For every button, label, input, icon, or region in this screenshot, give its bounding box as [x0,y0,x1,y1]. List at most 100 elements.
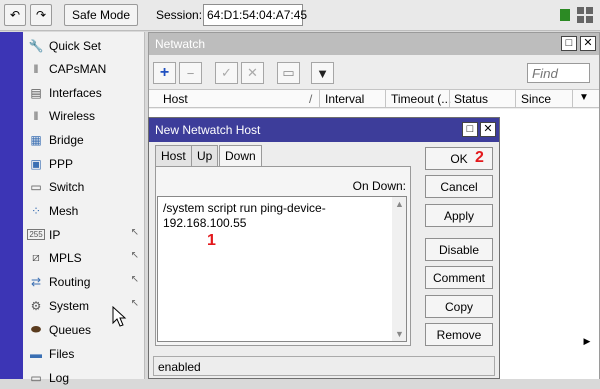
sidebar-item-label: Queues [49,322,92,337]
wrench-icon: 🔧 [28,38,44,53]
mouse-pointer-icon [112,306,127,327]
netwatch-title: Netwatch □ ✕ [149,33,599,55]
sidebar-item-label: Mesh [49,203,79,218]
ports-icon: ▤ [30,85,42,100]
gear-icon: ⚙ [30,298,42,313]
sidebar-item-ppp[interactable]: ▣ PPP [23,152,145,175]
sidebar-item-quick-set[interactable]: 🔧 Quick Set [23,34,145,57]
netwatch-toolbar: + − ✓ ✕ ▭ ▼ [149,57,599,89]
cancel-button[interactable]: Cancel [425,175,493,198]
queues-icon: ⬬ [30,322,42,336]
undo-icon: ↶ [9,8,21,22]
sidebar-item-switch[interactable]: ▭ Switch [23,175,145,198]
left-accent-strip [0,32,23,379]
sidebar-item-label: PPP [49,156,74,171]
sidebar-item-label: Interfaces [49,85,102,100]
window-title: Netwatch [155,37,206,51]
tab-down[interactable]: Down [219,145,262,167]
windows-grid-icon[interactable] [577,7,593,23]
on-down-label: On Down: [352,179,406,193]
disable-cross-icon[interactable]: ✕ [241,62,264,84]
tab-host[interactable]: Host [155,145,192,167]
top-toolbar: ↶ ↷ Safe Mode Session: 64:D1:54:04:A7:45 [0,0,600,31]
sidebar-item-mesh[interactable]: ⁘ Mesh [23,199,145,222]
dialog-title: New Netwatch Host [155,123,261,137]
routing-icon: ⇄ [30,274,42,289]
sort-slash: / [309,92,313,106]
redo-icon: ↷ [35,8,47,22]
callout-1: 1 [207,232,216,249]
sidebar-item-mpls[interactable]: ⧄ MPLS ↖ [23,246,145,269]
remove-icon[interactable]: − [179,62,202,84]
disable-button[interactable]: Disable [425,238,493,261]
ppp-icon: ▣ [30,156,42,171]
sidebar-item-wireless[interactable]: ǁ Wireless [23,104,145,127]
table-header: Host / Interval Timeout (... Status Sinc… [149,89,599,108]
scroll-right-icon[interactable]: ▶ [579,333,595,349]
maximize-icon[interactable]: □ [561,36,577,51]
apply-button[interactable]: Apply [425,204,493,227]
safe-mode-button[interactable]: Safe Mode [64,4,138,26]
column-dropdown-icon[interactable]: ▼ [579,92,589,103]
sidebar-item-label: Files [49,346,75,361]
session-label: Session: [156,8,203,22]
sidebar-item-files[interactable]: ▬ Files [23,342,145,365]
submenu-arrow-icon: ↖ [130,298,139,309]
maximize-icon[interactable]: □ [462,122,478,137]
submenu-arrow-icon: ↖ [130,227,139,238]
sidebar-item-label: Routing [49,274,91,289]
mpls-icon: ⧄ [32,250,40,264]
on-down-script-textarea[interactable]: /system script run ping-device- 192.168.… [157,196,407,342]
filter-icon[interactable]: ▼ [311,62,334,84]
mesh-icon: ⁘ [30,203,42,218]
column-status[interactable]: Status [454,92,488,106]
sidebar-item-label: Log [49,370,70,385]
sidebar-item-interfaces[interactable]: ▤ Interfaces [23,81,145,104]
new-netwatch-host-dialog: New Netwatch Host □ ✕ Host Up Down On Do… [148,117,500,379]
redo-button[interactable]: ↷ [30,4,52,26]
find-input[interactable] [527,63,590,83]
sidebar-item-routing[interactable]: ⇄ Routing ↖ [23,270,145,293]
sidebar-item-label: Quick Set [49,38,102,53]
scroll-up-icon[interactable]: ▲ [395,199,404,209]
ip-icon: 255 [27,229,45,240]
column-since[interactable]: Since [521,92,551,106]
sidebar-item-bridge[interactable]: ▦ Bridge [23,128,145,151]
comment-icon[interactable]: ▭ [277,62,300,84]
remove-button[interactable]: Remove [425,323,493,346]
sidebar-item-capsman[interactable]: ǁ CAPsMAN [23,57,145,80]
sidebar-item-log[interactable]: ▭ Log [23,366,145,389]
sidebar-item-label: Switch [49,179,85,194]
folder-icon: ▬ [30,346,42,361]
copy-button[interactable]: Copy [425,295,493,318]
submenu-arrow-icon: ↖ [130,274,139,285]
scroll-down-icon[interactable]: ▼ [395,329,404,339]
bridge-icon: ▦ [30,132,42,147]
close-icon[interactable]: ✕ [580,36,596,51]
lock-icon [560,9,570,21]
column-interval[interactable]: Interval [325,92,364,106]
undo-button[interactable]: ↶ [4,4,26,26]
sidebar-item-label: Bridge [49,132,84,147]
comment-button[interactable]: Comment [425,266,493,289]
enable-check-icon[interactable]: ✓ [215,62,238,84]
dialog-title-bar: New Netwatch Host □ ✕ [149,118,499,142]
sidebar-item-ip[interactable]: 255 IP ↖ [23,223,145,246]
sidebar-item-label: CAPsMAN [49,61,107,76]
sidebar-item-label: MPLS [49,250,82,265]
session-field[interactable]: 64:D1:54:04:A7:45 [203,4,307,26]
tab-up[interactable]: Up [191,145,219,167]
script-text: /system script run ping-device- 192.168.… [163,201,326,230]
close-icon[interactable]: ✕ [480,122,496,137]
log-icon: ▭ [30,370,42,385]
add-icon[interactable]: + [153,62,176,84]
sidebar-item-label: System [49,298,90,313]
column-timeout[interactable]: Timeout (... [391,92,451,106]
column-host[interactable]: Host [163,92,188,106]
submenu-arrow-icon: ↖ [130,250,139,261]
callout-2: 2 [475,149,484,166]
vertical-scrollbar[interactable]: ▲ ▼ [392,197,406,341]
sidebar-item-label: IP [49,227,61,242]
switch-icon: ▭ [30,179,42,194]
wireless-icon: ǁ [33,108,39,123]
